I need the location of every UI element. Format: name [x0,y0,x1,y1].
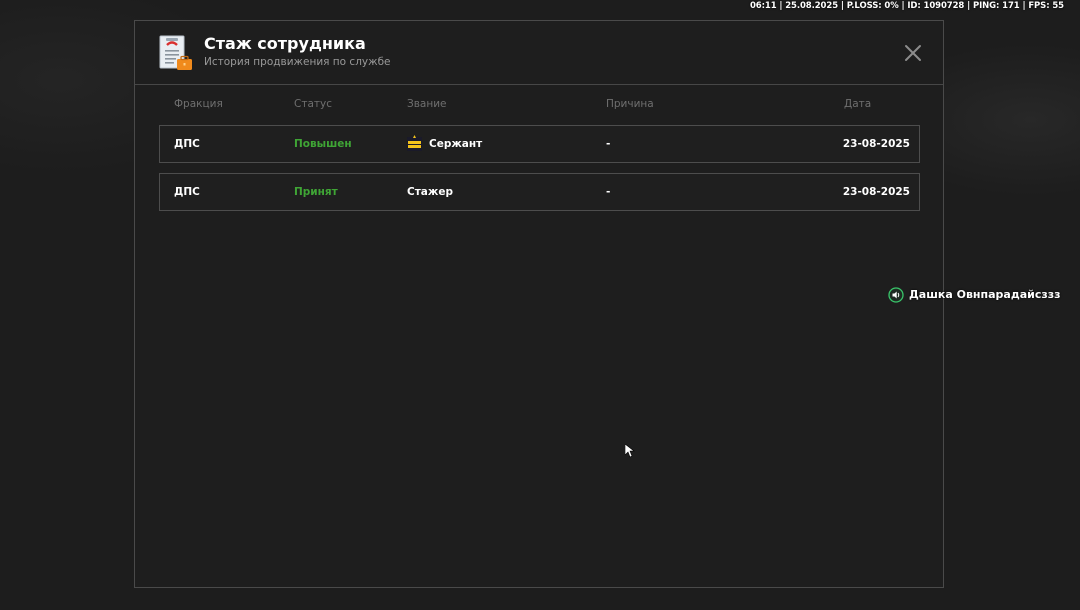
column-header-rank: Звание [407,98,447,110]
rank-cell: Стажер [407,186,453,198]
faction-cell: ДПС [174,186,200,198]
document-briefcase-icon [159,35,192,70]
employee-seniority-modal: Стаж сотрудника История продвижения по с… [134,20,944,588]
column-header-status: Статус [294,98,332,110]
sergeant-chevron-icon [407,134,422,151]
status-cell: Принят [294,186,338,198]
voice-speaker-name: Дашка Овнпарадайсззз [909,288,1061,301]
column-header-date: Дата [844,98,872,110]
column-header-faction: Фракция [174,98,223,110]
speaker-icon [888,287,904,303]
rank-cell: Сержант [407,126,482,162]
mouse-cursor-icon [625,444,635,458]
reason-cell: - [606,138,611,150]
date-cell: 23-08-2025 [842,186,910,198]
status-cell: Повышен [294,138,352,150]
modal-subtitle: История продвижения по службе [204,56,391,68]
table-row: ДПС Принят Стажер - 23-08-2025 [159,173,920,211]
date-cell: 23-08-2025 [842,138,910,150]
modal-title: Стаж сотрудника [204,34,366,53]
rank-label: Сержант [429,138,483,150]
column-header-reason: Причина [606,98,654,110]
table-row: ДПС Повышен Сержант - 23-08-2025 [159,125,920,163]
faction-cell: ДПС [174,138,200,150]
modal-header: Стаж сотрудника История продвижения по с… [135,21,943,85]
reason-cell: - [606,186,611,198]
close-icon[interactable] [903,43,923,63]
hud-status-bar: 06:11 | 25.08.2025 | P.LOSS: 0% | ID: 10… [749,1,1064,11]
table-header: Фракция Статус Звание Причина Дата [135,98,943,114]
